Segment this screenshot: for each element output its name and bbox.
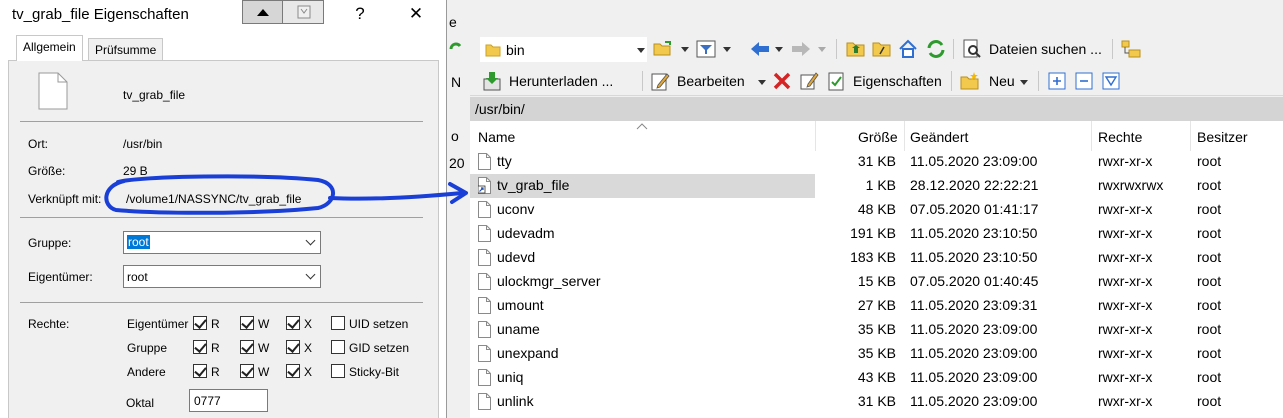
- annotation-overlay: [104, 174, 468, 215]
- annotation-circle: [104, 174, 335, 215]
- tab-general[interactable]: Allgemein: [16, 35, 83, 61]
- annotation-arrow-line: [328, 191, 464, 201]
